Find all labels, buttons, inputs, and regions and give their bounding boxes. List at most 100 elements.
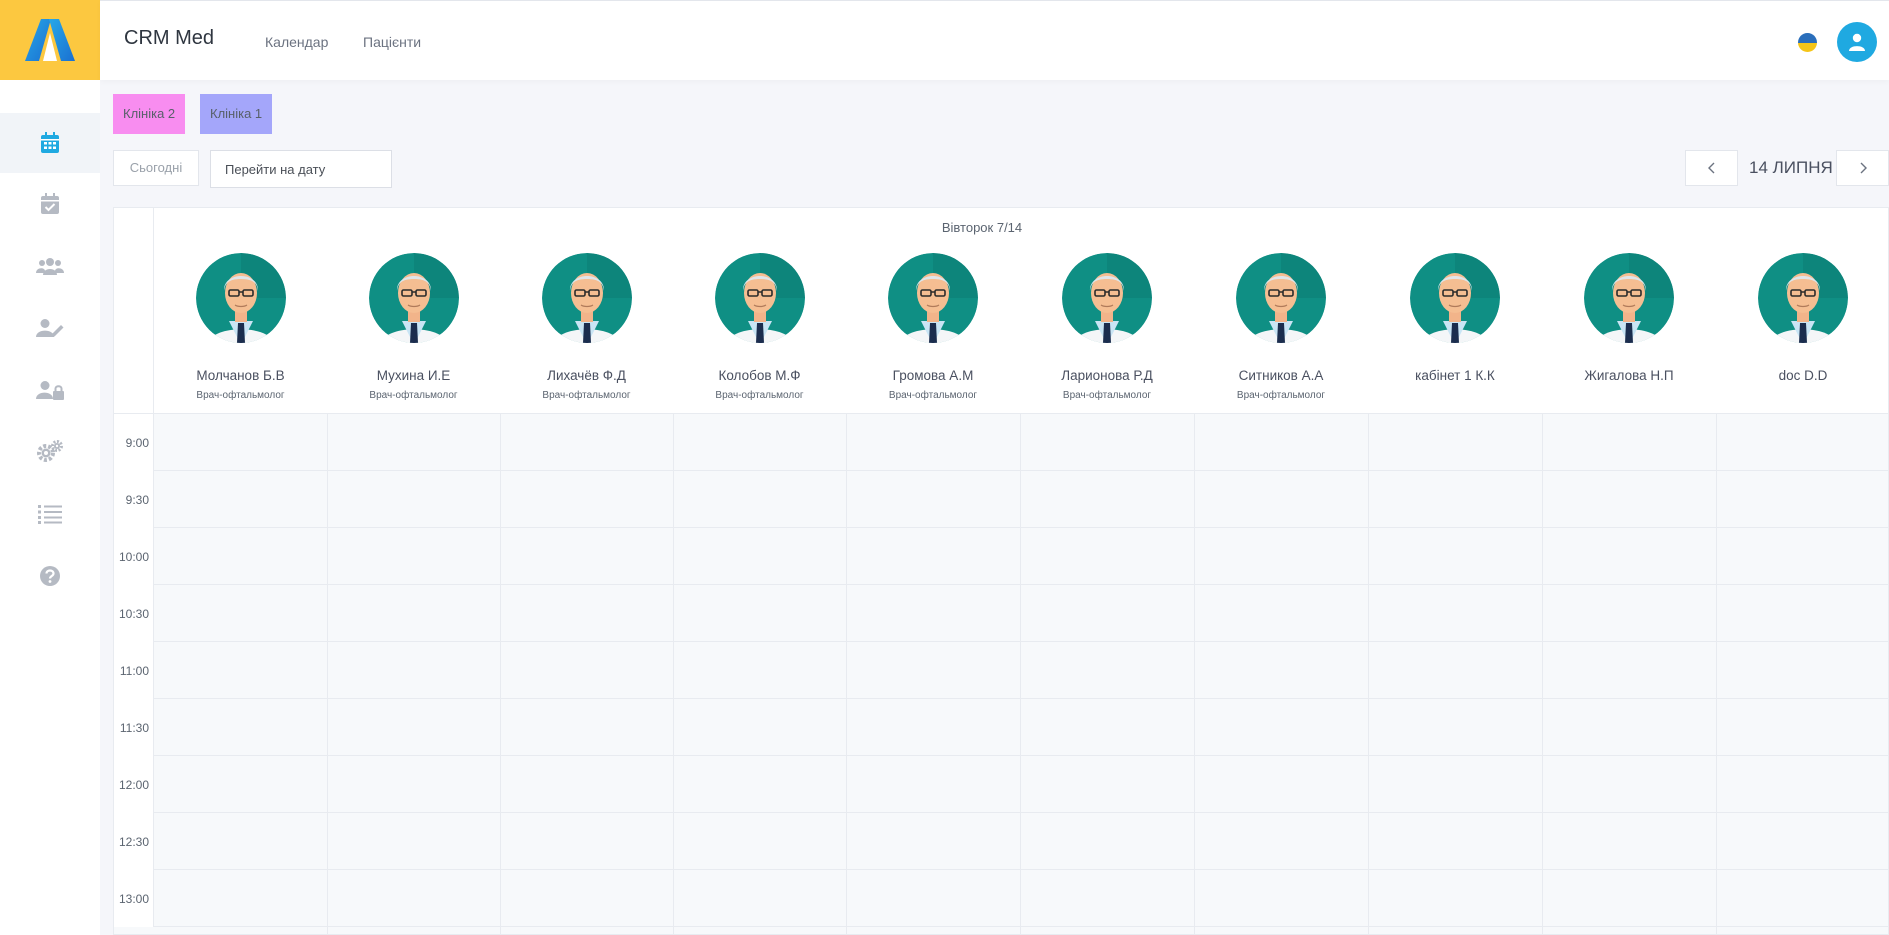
time-slot[interactable]	[327, 642, 500, 699]
time-slot[interactable]	[154, 870, 327, 927]
time-slot[interactable]	[1542, 414, 1716, 471]
doctor-column-header[interactable]: Ситников А.А Врач-офтальмолог	[1194, 208, 1368, 414]
time-slot[interactable]	[1542, 813, 1716, 870]
time-slot[interactable]	[846, 585, 1020, 642]
time-slot[interactable]	[1542, 756, 1716, 813]
time-slot[interactable]	[673, 813, 846, 870]
time-slot[interactable]	[1716, 528, 1888, 585]
time-slot[interactable]	[1716, 813, 1888, 870]
user-avatar-button[interactable]	[1837, 22, 1877, 62]
time-slot[interactable]	[1716, 585, 1888, 642]
time-slot[interactable]	[1020, 585, 1194, 642]
language-flag-icon[interactable]	[1798, 33, 1817, 52]
time-slot[interactable]	[846, 756, 1020, 813]
time-slot[interactable]	[1194, 471, 1368, 528]
time-slot[interactable]	[673, 756, 846, 813]
time-slot[interactable]	[327, 699, 500, 756]
sidebar-item-calendar[interactable]	[0, 113, 100, 173]
time-slot[interactable]	[1368, 756, 1542, 813]
time-slot[interactable]	[1716, 414, 1888, 471]
time-slot[interactable]	[1194, 813, 1368, 870]
time-slot[interactable]	[1542, 699, 1716, 756]
time-slot[interactable]	[1020, 528, 1194, 585]
time-slot[interactable]	[1194, 642, 1368, 699]
time-slot[interactable]	[500, 870, 673, 927]
time-slot[interactable]	[327, 414, 500, 471]
go-to-date-input[interactable]	[210, 150, 392, 188]
today-button[interactable]: Сьогодні	[113, 150, 199, 186]
time-slot[interactable]	[154, 585, 327, 642]
time-slot[interactable]	[1194, 756, 1368, 813]
time-slot[interactable]	[1542, 585, 1716, 642]
time-slot[interactable]	[1368, 813, 1542, 870]
time-slot[interactable]	[500, 471, 673, 528]
sidebar-item-appointments[interactable]	[0, 174, 100, 234]
doctor-column-header[interactable]: doc D.D	[1716, 208, 1888, 414]
time-slot[interactable]	[327, 471, 500, 528]
time-slot[interactable]	[1194, 870, 1368, 927]
time-slot[interactable]	[1020, 414, 1194, 471]
time-slot[interactable]	[1020, 756, 1194, 813]
doctor-column-header[interactable]: Лихачёв Ф.Д Врач-офтальмолог	[500, 208, 673, 414]
time-slot[interactable]	[1194, 414, 1368, 471]
time-slot[interactable]	[1194, 585, 1368, 642]
time-slot[interactable]	[673, 414, 846, 471]
time-slot[interactable]	[846, 414, 1020, 471]
time-slot[interactable]	[1020, 870, 1194, 927]
time-slot[interactable]	[154, 642, 327, 699]
time-slot[interactable]	[327, 528, 500, 585]
time-slot[interactable]	[500, 528, 673, 585]
sidebar-item-list[interactable]	[0, 484, 100, 544]
time-slot[interactable]	[1716, 471, 1888, 528]
time-slot[interactable]	[500, 642, 673, 699]
time-slot[interactable]	[1194, 528, 1368, 585]
sidebar-item-settings[interactable]	[0, 421, 100, 481]
time-slot[interactable]	[673, 528, 846, 585]
doctor-column-header[interactable]: Жигалова Н.П	[1542, 208, 1716, 414]
time-slot[interactable]	[673, 699, 846, 756]
time-slot[interactable]	[1194, 699, 1368, 756]
nav-calendar-link[interactable]: Календар	[265, 34, 328, 50]
sidebar-item-help[interactable]	[0, 546, 100, 606]
time-slot[interactable]	[1542, 870, 1716, 927]
time-slot[interactable]	[1716, 699, 1888, 756]
time-slot[interactable]	[1716, 756, 1888, 813]
doctor-column-header[interactable]: Колобов М.Ф Врач-офтальмолог	[673, 208, 846, 414]
time-slot[interactable]	[1368, 414, 1542, 471]
time-slot[interactable]	[154, 471, 327, 528]
time-slot[interactable]	[1368, 585, 1542, 642]
time-slot[interactable]	[1020, 699, 1194, 756]
time-slot[interactable]	[500, 699, 673, 756]
time-slot[interactable]	[154, 756, 327, 813]
time-slot[interactable]	[846, 642, 1020, 699]
time-slot[interactable]	[500, 813, 673, 870]
time-slot[interactable]	[1716, 642, 1888, 699]
time-slot[interactable]	[327, 870, 500, 927]
time-slot[interactable]	[673, 585, 846, 642]
time-slot[interactable]	[1542, 471, 1716, 528]
time-slot[interactable]	[1542, 528, 1716, 585]
doctor-column-header[interactable]: Молчанов Б.В Врач-офтальмолог	[154, 208, 327, 414]
time-slot[interactable]	[1020, 813, 1194, 870]
time-slot[interactable]	[1542, 642, 1716, 699]
time-slot[interactable]	[846, 870, 1020, 927]
time-slot[interactable]	[154, 699, 327, 756]
clinic-filter-2[interactable]: Клініка 2	[113, 94, 186, 134]
time-slot[interactable]	[1020, 642, 1194, 699]
sidebar-item-access[interactable]	[0, 360, 100, 420]
time-slot[interactable]	[1368, 642, 1542, 699]
doctor-column-header[interactable]: кабінет 1 К.К	[1368, 208, 1542, 414]
doctor-column-header[interactable]: Ларионова Р.Д Врач-офтальмолог	[1020, 208, 1194, 414]
time-slot[interactable]	[846, 528, 1020, 585]
time-slot[interactable]	[846, 813, 1020, 870]
time-slot[interactable]	[154, 528, 327, 585]
time-slot[interactable]	[673, 642, 846, 699]
time-slot[interactable]	[500, 414, 673, 471]
time-slot[interactable]	[1716, 870, 1888, 927]
time-slot[interactable]	[1368, 699, 1542, 756]
time-slot[interactable]	[327, 813, 500, 870]
time-slot[interactable]	[1368, 870, 1542, 927]
time-slot[interactable]	[1020, 471, 1194, 528]
clinic-filter-1[interactable]: Клініка 1	[200, 94, 273, 134]
doctor-column-header[interactable]: Мухина И.Е Врач-офтальмолог	[327, 208, 500, 414]
